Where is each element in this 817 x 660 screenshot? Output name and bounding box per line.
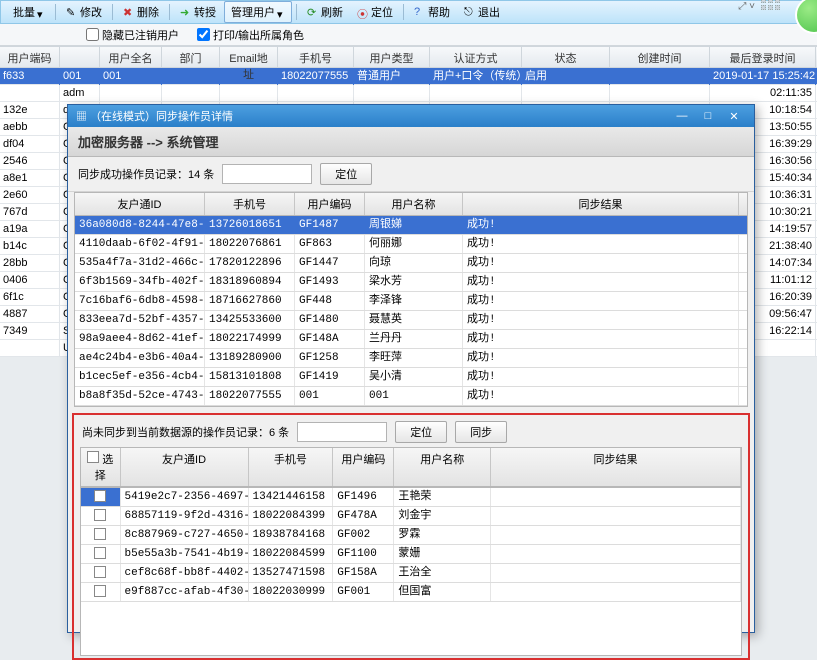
synced-col-name[interactable]: 用户名称 xyxy=(365,193,463,215)
pending-col-result[interactable]: 同步结果 xyxy=(491,448,741,486)
pending-col-phone[interactable]: 手机号 xyxy=(249,448,334,486)
pending-col-sel[interactable]: 选择 xyxy=(81,448,121,486)
col-ltime[interactable]: 最后登录时间 xyxy=(710,47,816,67)
maximize-button[interactable]: □ xyxy=(696,109,720,123)
help-button[interactable]: ?帮助 xyxy=(408,2,456,22)
pending-col-code[interactable]: 用户编码 xyxy=(333,448,394,486)
expand-indicator: ⤢ ˅ xyxy=(738,1,755,12)
transfer-button[interactable]: ➜转授 xyxy=(174,2,222,22)
pending-body: 5419e2c7-2356-4697-…13421446158GF1496王艳荣… xyxy=(80,488,742,656)
refresh-button[interactable]: ⟳刷新 xyxy=(301,2,349,22)
pending-col-name[interactable]: 用户名称 xyxy=(394,448,491,486)
synced-row[interactable]: b8a8f35d-52ce-4743-…18022077555001001成功! xyxy=(75,387,747,406)
sync-dialog: ▦ （在线模式）同步操作员详情 — □ ✕ 加密服务器 --> 系统管理 同步成… xyxy=(67,104,755,633)
grip-icon xyxy=(761,0,785,12)
edit-button[interactable]: ✎修改 xyxy=(60,2,108,22)
success-bar: 同步成功操作员记录：14 条 定位 xyxy=(68,157,754,192)
synced-row[interactable]: ae4c24b4-e3b6-40a4-…13189280900GF1258李旺萍… xyxy=(75,349,747,368)
synced-table: 友户通ID 手机号 用户编码 用户名称 同步结果 36a080d8-8244-4… xyxy=(74,192,748,407)
synced-col-id[interactable]: 友户通ID xyxy=(75,193,205,215)
manage-users-button[interactable]: 管理用户▾ xyxy=(224,1,292,23)
col-uid[interactable] xyxy=(60,47,100,67)
hide-logout-checkbox[interactable]: 隐藏已注销用户 xyxy=(86,27,179,43)
locate-success-button[interactable]: 定位 xyxy=(320,163,372,185)
sync-button[interactable]: 同步 xyxy=(455,421,507,443)
pending-table: 选择 友户通ID 手机号 用户编码 用户名称 同步结果 xyxy=(80,447,742,488)
main-toolbar: 批量▾ ✎修改 ✖删除 ➜转授 管理用户▾ ⟳刷新 ⦿定位 ?帮助 ⎋退出 xyxy=(0,0,817,24)
dialog-titlebar[interactable]: ▦ （在线模式）同步操作员详情 — □ ✕ xyxy=(68,105,754,127)
synced-row[interactable]: 535a4f7a-31d2-466c-…17820122896GF1447向琼成… xyxy=(75,254,747,273)
pending-search-input[interactable] xyxy=(297,422,387,442)
pending-row[interactable]: e9f887cc-afab-4f30-…18022030999GF001但国富 xyxy=(81,583,741,602)
synced-col-code[interactable]: 用户编码 xyxy=(295,193,365,215)
synced-body: 36a080d8-8244-47e8-…13726018651GF1487周银娣… xyxy=(75,216,747,406)
grid-row[interactable]: adm02:11:35 xyxy=(0,85,817,102)
synced-row[interactable]: 4110daab-6f02-4f91-…18022076861GF863何丽娜成… xyxy=(75,235,747,254)
synced-col-phone[interactable]: 手机号 xyxy=(205,193,295,215)
pending-label: 尚未同步到当前数据源的操作员记录：6 条 xyxy=(82,424,289,440)
synced-row[interactable]: 6f3b1569-34fb-402f-…18318960894GF1493梁水芳… xyxy=(75,273,747,292)
locate-pending-button[interactable]: 定位 xyxy=(395,421,447,443)
col-auth[interactable]: 认证方式 xyxy=(430,47,522,67)
pending-col-id[interactable]: 友户通ID xyxy=(121,448,249,486)
col-yhdm[interactable]: 用户端码 xyxy=(0,47,60,67)
pending-box: 尚未同步到当前数据源的操作员记录：6 条 定位 同步 选择 友户通ID 手机号 … xyxy=(72,413,750,660)
pending-row[interactable]: 8c887969-c727-4650-…18938784168GF002罗霖 xyxy=(81,526,741,545)
locate-button[interactable]: ⦿定位 xyxy=(351,2,399,22)
print-role-checkbox[interactable]: 打印/输出所属角色 xyxy=(197,27,304,43)
close-button[interactable]: ✕ xyxy=(722,109,746,123)
pending-row[interactable]: b5e55a3b-7541-4b19-…18022084599GF1100蒙姗 xyxy=(81,545,741,564)
delete-button[interactable]: ✖删除 xyxy=(117,2,165,22)
grid-header: 用户端码 用户全名 部门 Email地址 手机号 用户类型 认证方式 状态 创建… xyxy=(0,46,817,68)
col-uname[interactable]: 用户全名 xyxy=(100,47,162,67)
synced-row[interactable]: 98a9aee4-8d62-41ef-…18022174999GF148A兰丹丹… xyxy=(75,330,747,349)
synced-row[interactable]: b1cec5ef-e356-4cb4-…15813101808GF1419吴小清… xyxy=(75,368,747,387)
section-header: 加密服务器 --> 系统管理 xyxy=(68,127,754,157)
dialog-title: （在线模式）同步操作员详情 xyxy=(90,111,233,123)
synced-row[interactable]: 833eea7d-52bf-4357-…13425533600GF1480聂慧英… xyxy=(75,311,747,330)
pending-row[interactable]: 5419e2c7-2356-4697-…13421446158GF1496王艳荣 xyxy=(81,488,741,507)
success-label: 同步成功操作员记录：14 条 xyxy=(78,166,214,182)
app-icon: ▦ xyxy=(76,111,87,123)
options-row: 隐藏已注销用户 打印/输出所属角色 xyxy=(0,24,817,46)
col-dept[interactable]: 部门 xyxy=(162,47,220,67)
col-type[interactable]: 用户类型 xyxy=(354,47,430,67)
synced-row[interactable]: 36a080d8-8244-47e8-…13726018651GF1487周银娣… xyxy=(75,216,747,235)
col-email[interactable]: Email地址 xyxy=(220,47,278,67)
batch-button[interactable]: 批量▾ xyxy=(7,2,51,22)
grid-row[interactable]: f63300100118022077555普通用户用户+口令（传统）启用2019… xyxy=(0,68,817,85)
synced-row[interactable]: 7c16baf6-6db8-4598-…18716627860GF448李泽锋成… xyxy=(75,292,747,311)
pending-bar: 尚未同步到当前数据源的操作员记录：6 条 定位 同步 xyxy=(76,419,746,445)
pending-row[interactable]: cef8c68f-bb8f-4402-…13527471598GF158A王治全 xyxy=(81,564,741,583)
minimize-button[interactable]: — xyxy=(670,109,694,123)
col-stat[interactable]: 状态 xyxy=(522,47,610,67)
col-ctime[interactable]: 创建时间 xyxy=(610,47,710,67)
exit-button[interactable]: ⎋退出 xyxy=(458,2,506,22)
pending-row[interactable]: 68857119-9f2d-4316-…18022084399GF478A刘金宇 xyxy=(81,507,741,526)
success-search-input[interactable] xyxy=(222,164,312,184)
col-phone[interactable]: 手机号 xyxy=(278,47,354,67)
synced-col-result[interactable]: 同步结果 xyxy=(463,193,739,215)
